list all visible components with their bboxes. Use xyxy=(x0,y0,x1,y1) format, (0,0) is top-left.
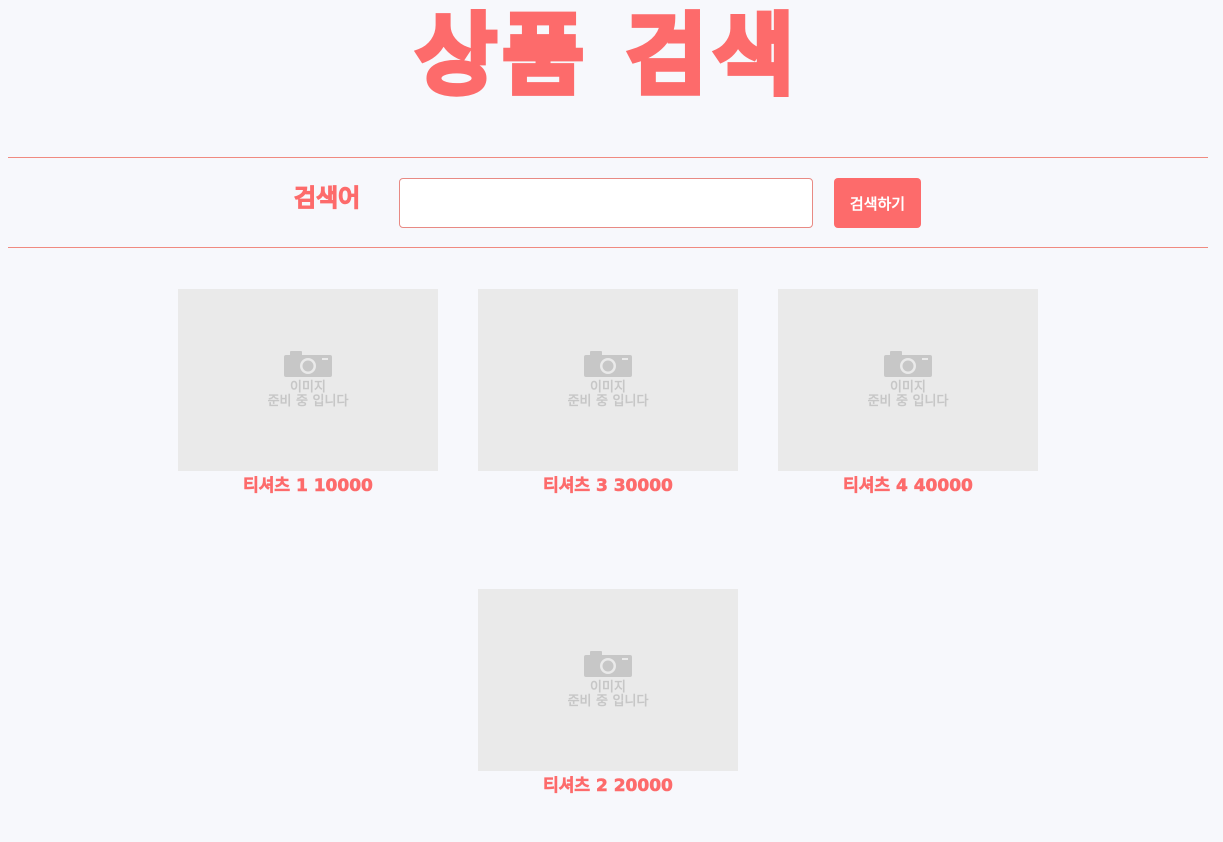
divider-bottom xyxy=(8,247,1208,248)
image-placeholder-text: 이미지 준비 중 입니다 xyxy=(567,380,649,409)
product-card[interactable]: 이미지 준비 중 입니다 티셔츠 1 10000 xyxy=(178,289,438,497)
product-image-placeholder: 이미지 준비 중 입니다 xyxy=(778,289,1038,471)
product-card[interactable]: 이미지 준비 중 입니다 티셔츠 3 30000 xyxy=(478,289,738,497)
product-card[interactable]: 이미지 준비 중 입니다 티셔츠 2 20000 xyxy=(478,589,738,797)
search-label: 검색어 xyxy=(293,184,361,213)
camera-icon xyxy=(884,351,932,377)
search-input[interactable] xyxy=(399,178,813,228)
product-image-placeholder: 이미지 준비 중 입니다 xyxy=(478,589,738,771)
camera-icon xyxy=(584,351,632,377)
image-placeholder-text: 이미지 준비 중 입니다 xyxy=(567,680,649,709)
product-caption: 티셔츠 4 40000 xyxy=(843,476,973,497)
product-image-placeholder: 이미지 준비 중 입니다 xyxy=(478,289,738,471)
divider-top xyxy=(8,157,1208,158)
product-caption: 티셔츠 1 10000 xyxy=(243,476,373,497)
product-caption: 티셔츠 3 30000 xyxy=(543,476,673,497)
search-button[interactable]: 검색하기 xyxy=(834,178,921,228)
camera-icon xyxy=(284,351,332,377)
image-placeholder-text: 이미지 준비 중 입니다 xyxy=(867,380,949,409)
image-placeholder-text: 이미지 준비 중 입니다 xyxy=(267,380,349,409)
camera-icon xyxy=(584,651,632,677)
product-card[interactable]: 이미지 준비 중 입니다 티셔츠 4 40000 xyxy=(778,289,1038,497)
product-caption: 티셔츠 2 20000 xyxy=(543,776,673,797)
page-title: 상품 검색 xyxy=(413,3,801,108)
product-image-placeholder: 이미지 준비 중 입니다 xyxy=(178,289,438,471)
